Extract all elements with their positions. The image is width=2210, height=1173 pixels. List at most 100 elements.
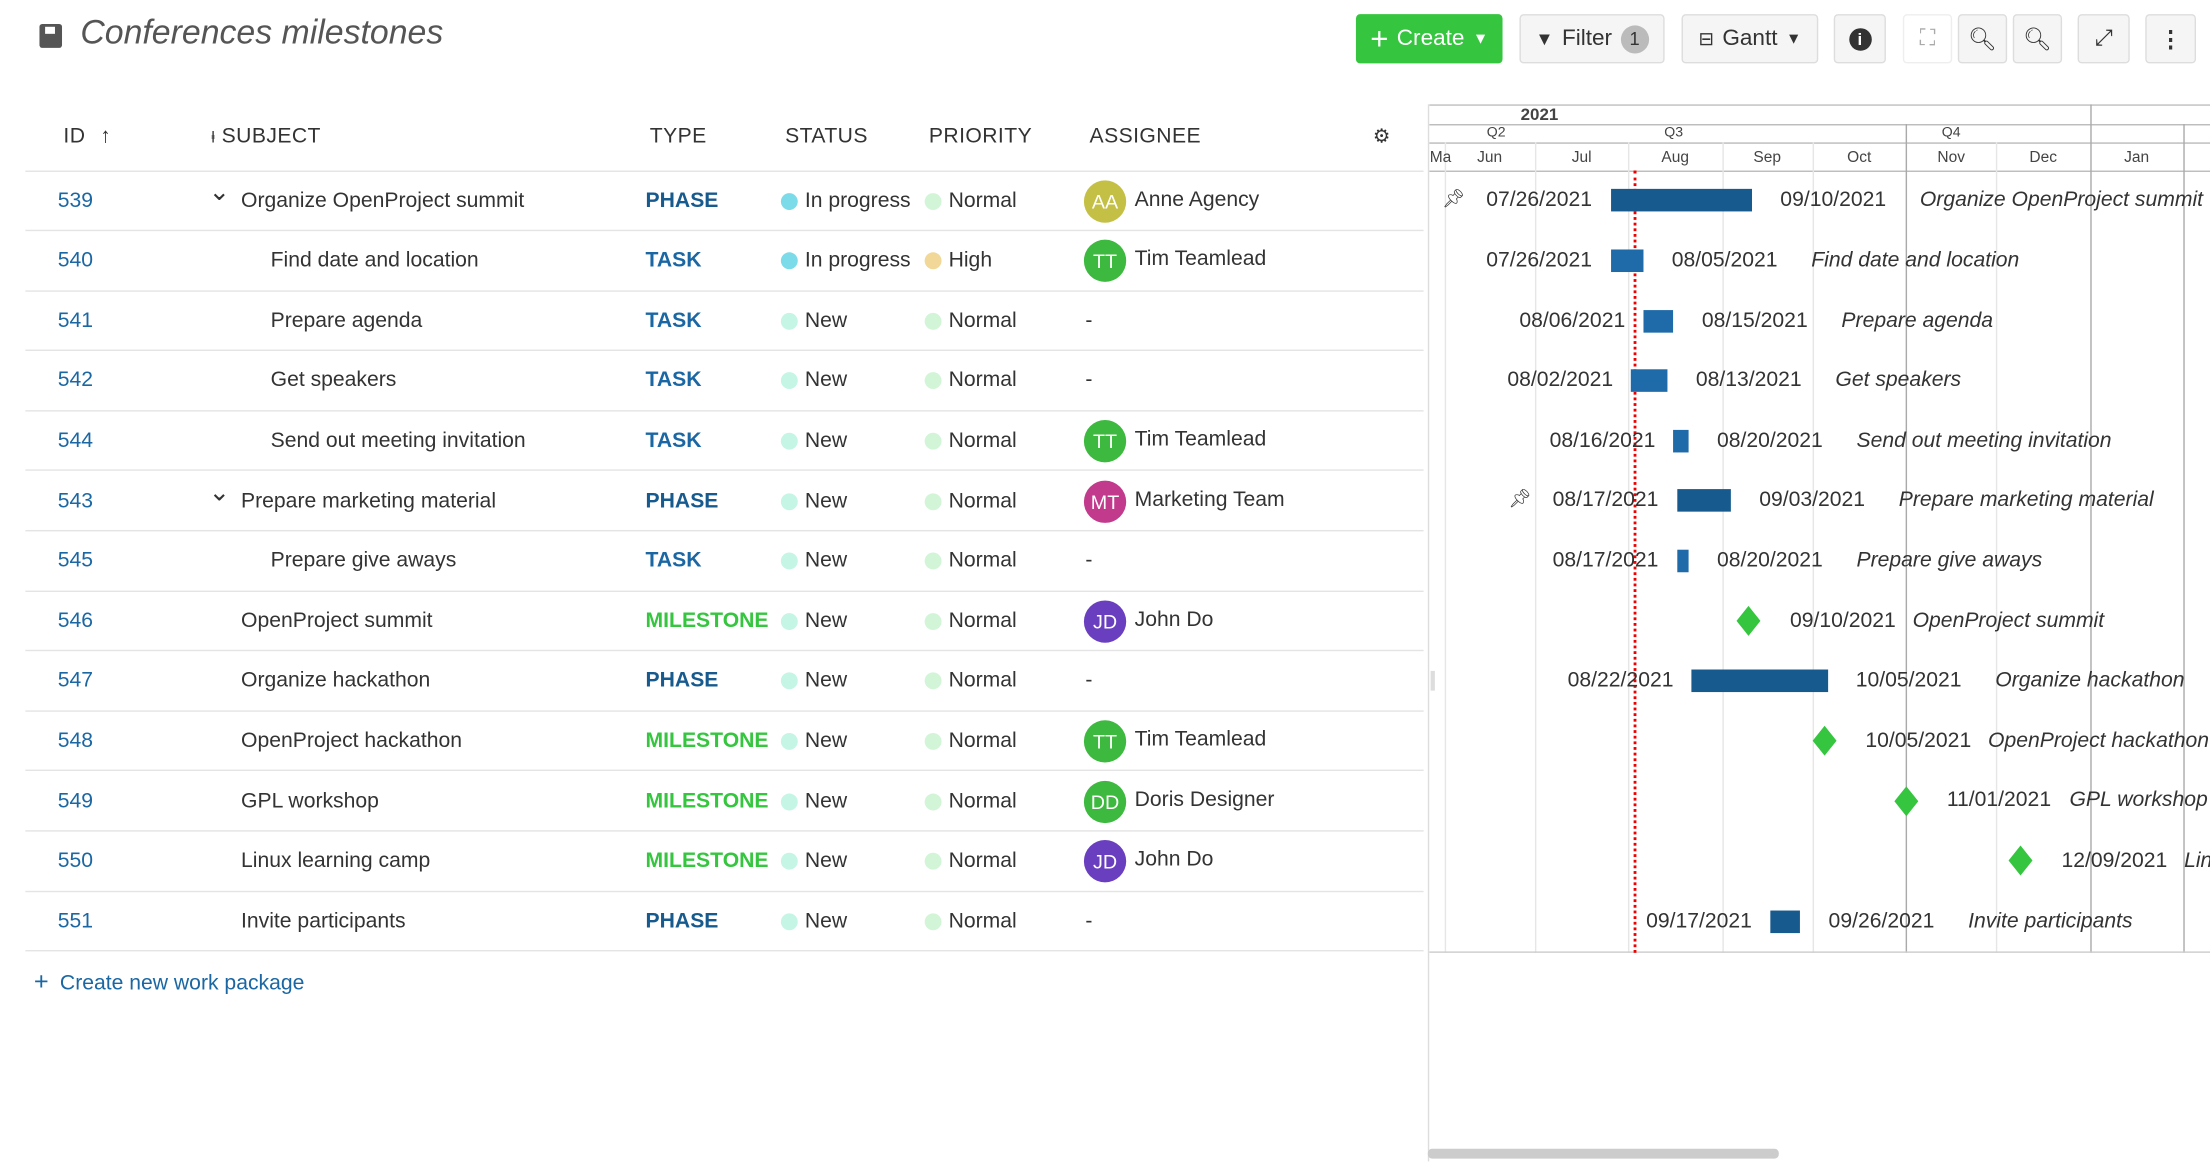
status-cell[interactable]: New [805, 608, 847, 632]
priority-cell[interactable]: Normal [949, 849, 1017, 873]
zoom-auto-button[interactable]: ⛶ [1902, 14, 1953, 64]
subject-cell[interactable]: Prepare give aways [271, 548, 457, 572]
assignee-cell[interactable]: - [1085, 548, 1092, 572]
fullscreen-button[interactable]: ⤢ [2077, 14, 2130, 64]
save-icon[interactable] [39, 23, 63, 48]
more-button[interactable]: ⋮ [2145, 14, 2197, 64]
priority-cell[interactable]: Normal [949, 428, 1017, 452]
collapse-chevron-icon[interactable]: ⌄ [209, 477, 230, 507]
status-cell[interactable]: New [805, 789, 847, 813]
gantt-bar[interactable] [1631, 369, 1668, 392]
subject-cell[interactable]: Prepare marketing material [241, 488, 496, 512]
horizontal-scrollbar[interactable] [1427, 1148, 1779, 1159]
priority-cell[interactable]: Normal [949, 608, 1017, 632]
status-cell[interactable]: New [805, 548, 847, 572]
subject-cell[interactable]: GPL workshop [241, 789, 379, 813]
table-row[interactable]: 548 OpenProject hackathon MILESTONE New Norm… [25, 712, 1424, 772]
assignee-cell[interactable]: - [1085, 909, 1092, 933]
milestone-diamond[interactable] [1812, 726, 1837, 756]
column-header-assignee[interactable]: ASSIGNEE [1090, 124, 1201, 148]
table-row[interactable]: 546 OpenProject summit MILESTONE New Normal J… [25, 592, 1424, 652]
settings-gear-icon[interactable]: ⚙ [1373, 124, 1391, 148]
subject-cell[interactable]: OpenProject hackathon [241, 729, 462, 753]
gantt-bar[interactable] [1676, 549, 1689, 573]
assignee-cell[interactable]: - [1085, 368, 1092, 392]
assignee-cell[interactable]: - [1085, 669, 1092, 693]
table-row[interactable]: 540 Find date and location TASK In progress… [25, 231, 1424, 292]
create-button[interactable]: + Create ▼ [1355, 14, 1503, 64]
work-package-id-link[interactable]: 540 [58, 248, 93, 272]
work-package-id-link[interactable]: 550 [58, 849, 93, 873]
work-package-id-link[interactable]: 551 [58, 909, 93, 933]
work-package-id-link[interactable]: 544 [58, 428, 93, 452]
subject-cell[interactable]: Organize OpenProject summit [241, 188, 524, 212]
work-package-id-link[interactable]: 539 [58, 188, 93, 212]
column-header-type[interactable]: TYPE [650, 124, 707, 148]
assignee-cell[interactable]: Tim Teamlead [1135, 727, 1267, 751]
subject-cell[interactable]: Prepare agenda [271, 308, 423, 332]
table-row[interactable]: 543 ⌄ Prepare marketing material PHASE New No… [25, 471, 1424, 532]
assignee-cell[interactable]: John Do [1135, 607, 1214, 631]
priority-cell[interactable]: Normal [949, 488, 1017, 512]
collapse-chevron-icon[interactable]: ⌄ [209, 177, 230, 207]
subject-cell[interactable]: Invite participants [241, 909, 406, 933]
priority-cell[interactable]: Normal [949, 308, 1017, 332]
priority-cell[interactable]: Normal [949, 729, 1017, 753]
priority-cell[interactable]: Normal [949, 188, 1017, 212]
table-row[interactable]: 542 Get speakers TASK New Normal - [25, 351, 1424, 412]
assignee-cell[interactable]: Marketing Team [1135, 487, 1285, 511]
assignee-cell[interactable]: - [1085, 308, 1092, 332]
assignee-cell[interactable]: Tim Teamlead [1135, 427, 1267, 451]
priority-cell[interactable]: High [949, 248, 992, 272]
status-cell[interactable]: New [805, 428, 847, 452]
work-package-id-link[interactable]: 545 [58, 548, 93, 572]
milestone-diamond[interactable] [1737, 605, 1762, 636]
gantt-bar[interactable] [1673, 429, 1689, 453]
milestone-diamond[interactable] [2008, 846, 2033, 877]
split-resize-handle[interactable] [1430, 670, 1435, 691]
milestone-diamond[interactable] [1893, 786, 1918, 816]
gantt-bar[interactable] [1610, 189, 1753, 212]
work-package-id-link[interactable]: 541 [58, 308, 93, 332]
table-row[interactable]: 539 ⌄ Organize OpenProject summit PHASE In p… [25, 171, 1424, 232]
column-header-id[interactable]: ID ↑ [63, 124, 111, 148]
table-row[interactable]: 550 Linux learning camp MILESTONE New Normal… [25, 832, 1424, 892]
status-cell[interactable]: In progress [805, 188, 911, 212]
table-row[interactable]: 547 Organize hackathon PHASE New Normal - [25, 652, 1424, 712]
column-header-status[interactable]: STATUS [785, 124, 868, 148]
status-cell[interactable]: New [805, 729, 847, 753]
status-cell[interactable]: New [805, 368, 847, 392]
gantt-bar[interactable] [1643, 309, 1674, 332]
assignee-cell[interactable]: Tim Teamlead [1135, 247, 1267, 271]
status-cell[interactable]: New [805, 669, 847, 693]
assignee-cell[interactable]: Anne Agency [1135, 187, 1260, 211]
subject-cell[interactable]: Get speakers [271, 368, 397, 392]
details-button[interactable]: i [1833, 14, 1886, 64]
priority-cell[interactable]: Normal [949, 909, 1017, 933]
table-row[interactable]: 545 Prepare give aways TASK New Normal - [25, 532, 1424, 592]
zoom-in-button[interactable]: 🔍︎ [2012, 14, 2063, 64]
subject-cell[interactable]: OpenProject summit [241, 608, 433, 632]
assignee-cell[interactable]: Doris Designer [1135, 787, 1275, 811]
gantt-bar[interactable] [1691, 669, 1828, 693]
gantt-chart[interactable]: Ma Jun Jul Aug Sep Oct Nov Dec Jan Q2 Q3 Q4 2021 07/2… [1427, 104, 2210, 1162]
subject-cell[interactable]: Send out meeting invitation [271, 428, 526, 452]
view-mode-button[interactable]: ⊟ Gantt ▼ [1681, 14, 1819, 64]
subject-cell[interactable]: Organize hackathon [241, 669, 430, 693]
work-package-id-link[interactable]: 549 [58, 789, 93, 813]
table-row[interactable]: 551 Invite participants PHASE New Normal - [25, 892, 1424, 952]
work-package-id-link[interactable]: 543 [58, 488, 93, 512]
subject-cell[interactable]: Find date and location [271, 248, 479, 272]
gantt-bar[interactable] [1676, 489, 1731, 513]
column-header-priority[interactable]: PRIORITY [929, 124, 1032, 148]
work-package-id-link[interactable]: 542 [58, 368, 93, 392]
column-header-subject[interactable]: ⱡ SUBJECT [211, 124, 320, 148]
create-work-package-link[interactable]: + Create new work package [34, 967, 305, 997]
status-cell[interactable]: New [805, 308, 847, 332]
zoom-out-button[interactable]: 🔍︎ [1957, 14, 2008, 64]
priority-cell[interactable]: Normal [949, 789, 1017, 813]
priority-cell[interactable]: Normal [949, 548, 1017, 572]
work-package-id-link[interactable]: 547 [58, 669, 93, 693]
subject-cell[interactable]: Linux learning camp [241, 849, 430, 873]
work-package-id-link[interactable]: 546 [58, 608, 93, 632]
